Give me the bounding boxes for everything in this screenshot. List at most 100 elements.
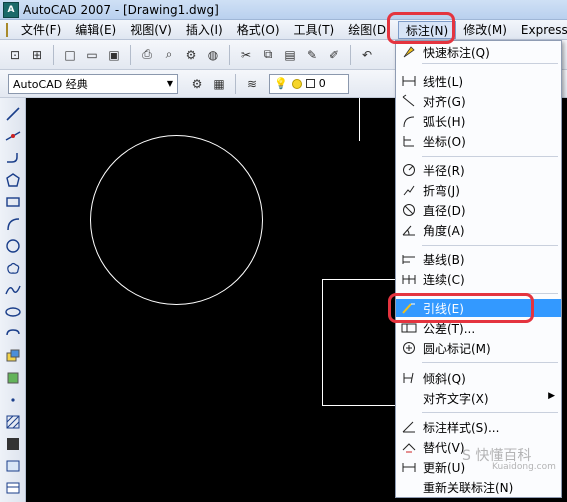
toolbar-separator <box>229 44 230 65</box>
undo-icon[interactable]: ↶ <box>358 46 376 64</box>
menu-item-baseline[interactable]: 基线(B) <box>396 250 561 268</box>
menu-item-jogged[interactable]: 折弯(J) <box>396 181 561 199</box>
layer-manager-icon[interactable]: ≋ <box>243 75 261 93</box>
menu-item-align-text[interactable]: 对齐文字(X) ▶ <box>396 389 561 407</box>
oblique-icon <box>399 369 419 387</box>
menu-item-tolerance[interactable]: 公差(T)... <box>396 319 561 337</box>
circle-icon[interactable] <box>3 236 23 255</box>
draw-toolbar <box>0 98 26 502</box>
menu-item-quick-dimension[interactable]: 快速标注(Q) <box>396 43 561 61</box>
menu-item-angular[interactable]: 角度(A) <box>396 221 561 239</box>
menu-edit[interactable]: 编辑(E) <box>68 21 123 39</box>
quick-dimension-icon <box>399 43 419 61</box>
menu-item-dimension-style[interactable]: 标注样式(S)... <box>396 418 561 436</box>
sun-icon <box>291 78 302 89</box>
menu-modify[interactable]: 修改(M) <box>456 21 514 39</box>
arc-length-icon <box>399 112 419 130</box>
make-block-icon[interactable] <box>3 368 23 387</box>
menu-item-oblique[interactable]: 倾斜(Q) <box>396 369 561 387</box>
polyline-icon[interactable] <box>3 148 23 167</box>
tolerance-icon <box>399 319 419 337</box>
workspace-select[interactable]: AutoCAD 经典 ▼ <box>8 73 178 94</box>
menu-item-reassociate[interactable]: 重新关联标注(N) <box>396 478 561 496</box>
menu-insert[interactable]: 插入(I) <box>179 21 230 39</box>
menu-tools[interactable]: 工具(T) <box>287 21 342 39</box>
layer-select[interactable]: 💡 0 <box>269 73 349 94</box>
gradient-icon[interactable] <box>3 434 23 453</box>
menu-express[interactable]: Express <box>514 21 567 39</box>
continue-icon <box>399 270 419 288</box>
override-icon <box>399 438 419 456</box>
menu-separator <box>422 63 558 64</box>
new-file-icon[interactable]: □ <box>61 46 79 64</box>
print-preview-icon[interactable]: ⌕ <box>160 46 178 64</box>
menu-item-center-mark[interactable]: 圆心标记(M) <box>396 339 561 357</box>
spline-icon[interactable] <box>3 280 23 299</box>
menu-item-linear[interactable]: 线性(L) <box>396 72 561 90</box>
autocad-app-icon[interactable]: A <box>3 1 19 18</box>
cursor-crosshair <box>359 98 360 141</box>
save-icon[interactable]: ▣ <box>105 46 123 64</box>
linear-dimension-icon <box>399 72 419 90</box>
publish-icon[interactable]: ⚙ <box>182 46 200 64</box>
toolbar-separator <box>235 73 236 94</box>
export-icon[interactable]: ⊞ <box>28 46 46 64</box>
copy-icon[interactable]: ⧉ <box>259 46 277 64</box>
menu-separator <box>422 412 558 413</box>
menu-item-arc-length[interactable]: 弧长(H) <box>396 112 561 130</box>
hatch-icon[interactable] <box>3 412 23 431</box>
menu-format[interactable]: 格式(O) <box>230 21 287 39</box>
region-icon[interactable] <box>3 456 23 475</box>
menu-view[interactable]: 视图(V) <box>123 21 179 39</box>
cut-icon[interactable]: ✂ <box>237 46 255 64</box>
construction-line-icon[interactable] <box>3 126 23 145</box>
menu-separator <box>422 293 558 294</box>
document-icon[interactable] <box>6 22 8 37</box>
menu-item-continue[interactable]: 连续(C) <box>396 270 561 288</box>
lightbulb-icon: 💡 <box>274 77 288 90</box>
center-mark-icon <box>399 339 419 357</box>
line-tool-icon[interactable] <box>3 104 23 123</box>
window-title: AutoCAD 2007 - [Drawing1.dwg] <box>23 2 219 17</box>
radius-icon <box>399 161 419 179</box>
menu-separator <box>422 156 558 157</box>
workspace-settings-icon[interactable]: ⚙ <box>188 75 206 93</box>
insert-block-icon[interactable] <box>3 346 23 365</box>
revision-cloud-icon[interactable] <box>3 258 23 277</box>
menu-item-radius[interactable]: 半径(R) <box>396 161 561 179</box>
polygon-icon[interactable] <box>3 170 23 189</box>
jogged-icon <box>399 181 419 199</box>
open-file-icon[interactable]: ▭ <box>83 46 101 64</box>
toolbar-separator <box>53 44 54 65</box>
menu-item-aligned[interactable]: 对齐(G) <box>396 92 561 110</box>
match-properties-icon[interactable]: ✎ <box>303 46 321 64</box>
menu-file[interactable]: 文件(F) <box>14 21 68 39</box>
ordinate-icon <box>399 132 419 150</box>
paste-icon[interactable]: ▤ <box>281 46 299 64</box>
color-square-icon <box>305 79 315 88</box>
ellipse-arc-icon[interactable] <box>3 324 23 343</box>
globe-icon[interactable]: ◍ <box>204 46 222 64</box>
workspace-save-icon[interactable]: ▦ <box>210 75 228 93</box>
watermark-subtext: Kuaidong.com <box>492 462 556 472</box>
workspace-value: AutoCAD 经典 <box>13 77 88 91</box>
menu-item-ordinate[interactable]: 坐标(O) <box>396 132 561 150</box>
rectangle-icon[interactable] <box>3 192 23 211</box>
reassociate-placeholder <box>399 478 419 496</box>
submenu-arrow-icon: ▶ <box>548 391 555 401</box>
menu-item-diameter[interactable]: 直径(D) <box>396 201 561 219</box>
table-icon[interactable] <box>3 478 23 497</box>
block-editor-icon[interactable]: ✐ <box>325 46 343 64</box>
aligned-dimension-icon <box>399 92 419 110</box>
point-icon[interactable] <box>3 390 23 409</box>
angular-icon <box>399 221 419 239</box>
drawn-circle[interactable] <box>90 135 263 305</box>
pdf-icon[interactable]: ⊡ <box>6 46 24 64</box>
menu-item-leader[interactable]: 引线(E) <box>396 299 561 317</box>
chevron-down-icon[interactable]: ▼ <box>167 79 173 88</box>
print-icon[interactable]: ⎙ <box>138 46 156 64</box>
arc-icon[interactable] <box>3 214 23 233</box>
menu-dimension[interactable]: 标注(N) <box>397 20 457 39</box>
ellipse-icon[interactable] <box>3 302 23 321</box>
menu-draw[interactable]: 绘图(D) <box>341 21 398 39</box>
